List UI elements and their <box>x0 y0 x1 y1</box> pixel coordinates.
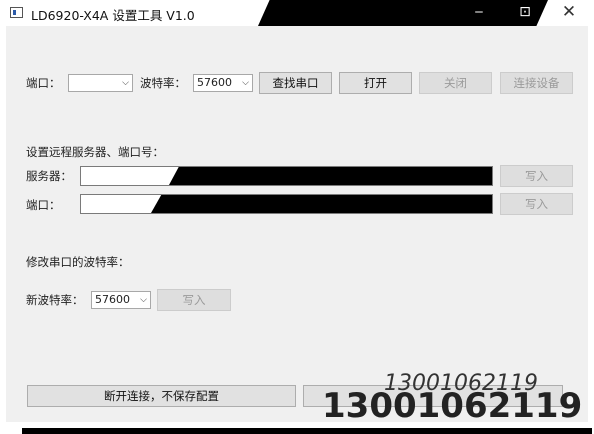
maximize-icon[interactable]: ⊡ <box>508 0 542 26</box>
server-label: 服务器： <box>26 169 72 183</box>
close-icon[interactable]: ✕ <box>552 0 586 26</box>
chevron-down-icon: ⌵ <box>122 78 129 88</box>
remote-port-write-button[interactable]: 写入 <box>500 193 573 215</box>
port-select[interactable]: ⌵ <box>68 74 133 92</box>
new-baud-select-value: 57600 <box>95 293 130 306</box>
server-write-button[interactable]: 写入 <box>500 165 573 187</box>
new-baud-select[interactable]: 57600 ⌵ <box>91 291 151 309</box>
redaction-bar <box>22 428 592 434</box>
watermark-text-bold: 13001062119 <box>322 386 583 426</box>
app-window: LD6920-X4A 设置工具 V1.0 ‒ ⊡ ✕ 端口： ⌵ 波特率： 57… <box>0 0 594 434</box>
redaction-bar <box>169 167 492 185</box>
connect-device-button[interactable]: 连接设备 <box>500 72 573 94</box>
title-bar: LD6920-X4A 设置工具 V1.0 ‒ ⊡ ✕ <box>0 0 594 26</box>
baud-write-button[interactable]: 写入 <box>157 289 231 311</box>
disconnect-no-save-button[interactable]: 断开连接，不保存配置 <box>27 385 296 407</box>
open-button[interactable]: 打开 <box>339 72 412 94</box>
client-area: 端口： ⌵ 波特率： 57600 ⌵ 查找串口 打开 关闭 连接设备 设置远程服… <box>6 26 588 422</box>
minimize-icon[interactable]: ‒ <box>462 0 496 26</box>
redaction-bar <box>151 195 492 213</box>
server-input[interactable] <box>80 166 493 186</box>
baud-select[interactable]: 57600 ⌵ <box>193 74 253 92</box>
new-baud-label: 新波特率： <box>26 293 84 307</box>
baud-label: 波特率： <box>140 76 186 90</box>
redaction-bar <box>258 0 548 26</box>
app-icon <box>10 7 23 18</box>
close-port-button[interactable]: 关闭 <box>419 72 492 94</box>
port-label: 端口： <box>26 76 61 90</box>
window-title: LD6920-X4A 设置工具 V1.0 <box>31 8 195 23</box>
find-port-button[interactable]: 查找串口 <box>259 72 332 94</box>
remote-section-title: 设置远程服务器、端口号： <box>26 145 164 159</box>
chevron-down-icon: ⌵ <box>242 78 249 88</box>
chevron-down-icon: ⌵ <box>140 295 147 305</box>
remote-port-input[interactable] <box>80 194 493 214</box>
baud-select-value: 57600 <box>197 76 232 89</box>
remote-port-label: 端口： <box>26 198 61 212</box>
baud-section-title: 修改串口的波特率： <box>26 255 130 269</box>
